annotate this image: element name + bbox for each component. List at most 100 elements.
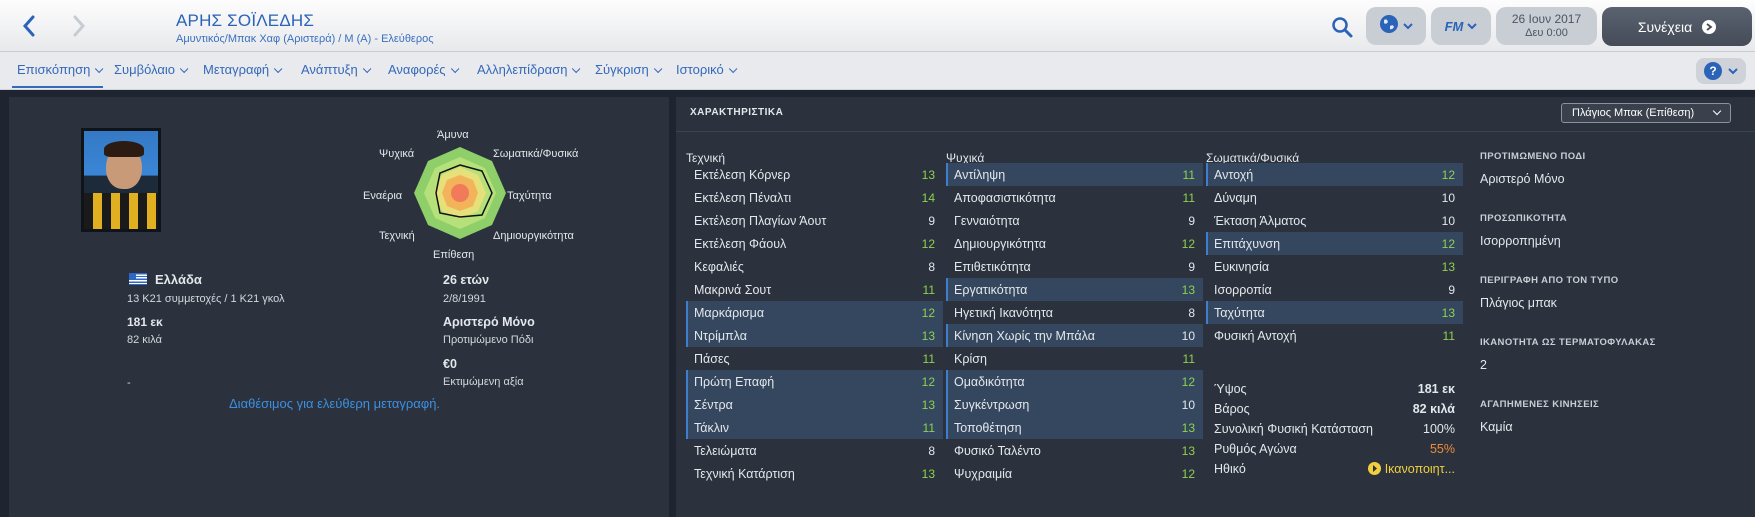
attribute-row[interactable]: Τοποθέτηση 13 xyxy=(946,416,1203,439)
back-arrow-icon[interactable] xyxy=(14,12,44,40)
attribute-row[interactable]: Ηγετική Ικανότητα 8 xyxy=(946,301,1203,324)
attribute-row[interactable]: Αντίληψη 11 xyxy=(946,163,1203,186)
attribute-value: 10 xyxy=(1441,213,1455,228)
attribute-value: 13 xyxy=(1441,259,1455,274)
attribute-value: 9 xyxy=(928,213,935,228)
attribute-row[interactable]: Ταχύτητα 13 xyxy=(1206,301,1463,324)
attribute-row[interactable]: Τελειώματα 8 xyxy=(686,439,943,462)
search-icon[interactable] xyxy=(1330,15,1354,39)
age-value: 26 ετών xyxy=(443,273,490,287)
attribute-name: Εργατικότητα xyxy=(954,282,1028,297)
date-display[interactable]: 26 Ιουν 2017 Δευ 0:00 xyxy=(1496,7,1597,45)
preferred-foot-value: Αριστερό Μόνο xyxy=(443,315,535,329)
attribute-name: Συγκέντρωση xyxy=(954,397,1030,412)
globe-menu-button[interactable] xyxy=(1366,7,1426,45)
attribute-row[interactable]: Τεχνική Κατάρτιση 13 xyxy=(686,462,943,485)
attribute-name: Μακρινά Σουτ xyxy=(694,282,772,297)
tab-reports[interactable]: Αναφορές xyxy=(388,62,459,77)
attribute-row[interactable]: Εργατικότητα 13 xyxy=(946,278,1203,301)
attribute-row[interactable]: Κεφαλιές 8 xyxy=(686,255,943,278)
attribute-value: 11 xyxy=(1182,167,1195,182)
attribute-value: 13 xyxy=(921,466,935,481)
attribute-name: Τελειώματα xyxy=(694,443,757,458)
attribute-row[interactable]: Επιθετικότητα 9 xyxy=(946,255,1203,278)
role-select[interactable]: Πλάγιος Μπακ (Επίθεση) xyxy=(1561,103,1731,123)
attribute-row[interactable]: Ισορροπία 9 xyxy=(1206,278,1463,301)
attribute-name: Αντοχή xyxy=(1214,167,1254,182)
attribute-name: Σέντρα xyxy=(694,397,733,412)
info-value: Αριστερό Μόνο xyxy=(1480,172,1565,186)
divider xyxy=(676,131,1755,132)
tab-overview[interactable]: Επισκόπηση xyxy=(17,62,104,77)
attribute-row[interactable]: Συγκέντρωση 10 xyxy=(946,393,1203,416)
attribute-row[interactable]: Μακρινά Σουτ 11 xyxy=(686,278,943,301)
attribute-row[interactable]: Μαρκάρισμα 12 xyxy=(686,301,943,324)
tab-development[interactable]: Ανάπτυξη xyxy=(301,62,372,77)
attribute-value: 12 xyxy=(1181,466,1195,481)
attribute-name: Εκτέλεση Φάουλ xyxy=(694,236,787,251)
tab-transfer[interactable]: Μεταγραφή xyxy=(203,62,283,77)
attribute-row[interactable]: Εκτέλεση Φάουλ 12 xyxy=(686,232,943,255)
attribute-row[interactable]: Τάκλιν 11 xyxy=(686,416,943,439)
active-tab-indicator xyxy=(12,86,103,88)
fm-menu-button[interactable]: FM xyxy=(1431,7,1491,45)
attribute-row[interactable]: Γενναιότητα 9 xyxy=(946,209,1203,232)
top-header: ΑΡΗΣ ΣΟΪΛΕΔΗΣ Αμυντικός/Μπακ Χαφ (Αριστε… xyxy=(0,0,1755,52)
attribute-row[interactable]: Αποφασιστικότητα 11 xyxy=(946,186,1203,209)
tab-history[interactable]: Ιστορικό xyxy=(676,62,738,77)
attribute-row[interactable]: Εκτέλεση Κόρνερ 13 xyxy=(686,163,943,186)
physical-attributes-list: Αντοχή 12 Δύναμη 10 Έκταση Άλματος 10 Επιτάχυν… xyxy=(1206,163,1463,347)
attribute-row[interactable]: Φυσική Αντοχή 11 xyxy=(1206,324,1463,347)
attribute-row[interactable]: Επιτάχυνση 12 xyxy=(1206,232,1463,255)
attribute-name: Έκταση Άλματος xyxy=(1214,213,1307,228)
attribute-row[interactable]: Ψυχραιμία 12 xyxy=(946,462,1203,485)
attribute-row[interactable]: Δημιουργικότητα 12 xyxy=(946,232,1203,255)
physical-info-list: Ύψος 181 εκ Βάρος 82 κιλά Συνολική Φυσική Κα… xyxy=(1206,379,1463,479)
attribute-row[interactable]: Δύναμη 10 xyxy=(1206,186,1463,209)
physical-info-value: 100% xyxy=(1423,422,1455,436)
continue-button[interactable]: Συνέχεια xyxy=(1602,7,1752,46)
attribute-name: Δύναμη xyxy=(1214,190,1257,205)
attribute-value: 12 xyxy=(1181,374,1195,389)
tab-bar: Επισκόπηση Συμβόλαιο Μεταγραφή Ανάπτυξη … xyxy=(0,52,1755,90)
attribute-row[interactable]: Πρώτη Επαφή 12 xyxy=(686,370,943,393)
physical-info-value: 82 κιλά xyxy=(1412,402,1455,416)
morale-arrow-icon xyxy=(1367,462,1381,475)
info-heading: ΠΡΟΣΩΠΙΚΟΤΗΤΑ xyxy=(1480,213,1568,224)
attribute-value: 8 xyxy=(928,259,935,274)
attribute-row[interactable]: Εκτέλεση Πλαγίων Άουτ 9 xyxy=(686,209,943,232)
attribute-name: Επιτάχυνση xyxy=(1214,236,1281,251)
info-value: Καμία xyxy=(1480,420,1513,434)
nationality[interactable]: Ελλάδα xyxy=(155,272,202,287)
attribute-name: Αντίληψη xyxy=(954,167,1006,182)
forward-arrow-icon[interactable] xyxy=(64,12,94,40)
attribute-row[interactable]: Έκταση Άλματος 10 xyxy=(1206,209,1463,232)
attribute-row[interactable]: Φυσικό Ταλέντο 13 xyxy=(946,439,1203,462)
player-name[interactable]: ΑΡΗΣ ΣΟΪΛΕΔΗΣ xyxy=(176,11,434,31)
attribute-name: Εκτέλεση Πέναλτι xyxy=(694,190,792,205)
attribute-row[interactable]: Ντρίμπλα 13 xyxy=(686,324,943,347)
market-value-label: Εκτιμώμενη αξία xyxy=(443,376,524,388)
attribute-row[interactable]: Κίνηση Χωρίς την Μπάλα 10 xyxy=(946,324,1203,347)
attribute-row[interactable]: Ευκινησία 13 xyxy=(1206,255,1463,278)
player-photo xyxy=(81,128,161,232)
tab-contract[interactable]: Συμβόλαιο xyxy=(114,62,189,77)
chevron-down-icon xyxy=(1728,62,1738,80)
attribute-row[interactable]: Σέντρα 13 xyxy=(686,393,943,416)
tab-interaction[interactable]: Αλληλεπίδραση xyxy=(477,62,581,77)
physical-info-name: Συνολική Φυσική Κατάσταση xyxy=(1214,422,1373,436)
transfer-status-link[interactable]: Διαθέσιμος για ελεύθερη μεταγραφή. xyxy=(229,396,440,411)
help-button[interactable]: ? xyxy=(1696,58,1746,84)
preferred-foot-label: Προτιμώμενο Πόδι xyxy=(443,334,534,346)
greece-flag-icon xyxy=(129,273,147,285)
attribute-row[interactable]: Αντοχή 12 xyxy=(1206,163,1463,186)
attribute-row[interactable]: Πάσες 11 xyxy=(686,347,943,370)
attribute-row[interactable]: Κρίση 11 xyxy=(946,347,1203,370)
tab-comparison[interactable]: Σύγκριση xyxy=(595,62,663,77)
attribute-row[interactable]: Ομαδικότητα 12 xyxy=(946,370,1203,393)
attribute-name: Ψυχραιμία xyxy=(954,466,1013,481)
attribute-row[interactable]: Εκτέλεση Πέναλτι 14 xyxy=(686,186,943,209)
attributes-panel: ΧΑΡΑΚΤΗΡΙΣΤΙΚΑ Πλάγιος Μπακ (Επίθεση) Τε… xyxy=(676,97,1755,517)
attribute-value: 11 xyxy=(922,420,935,435)
physical-info-value[interactable]: Ικανοποιητ... xyxy=(1367,462,1455,476)
